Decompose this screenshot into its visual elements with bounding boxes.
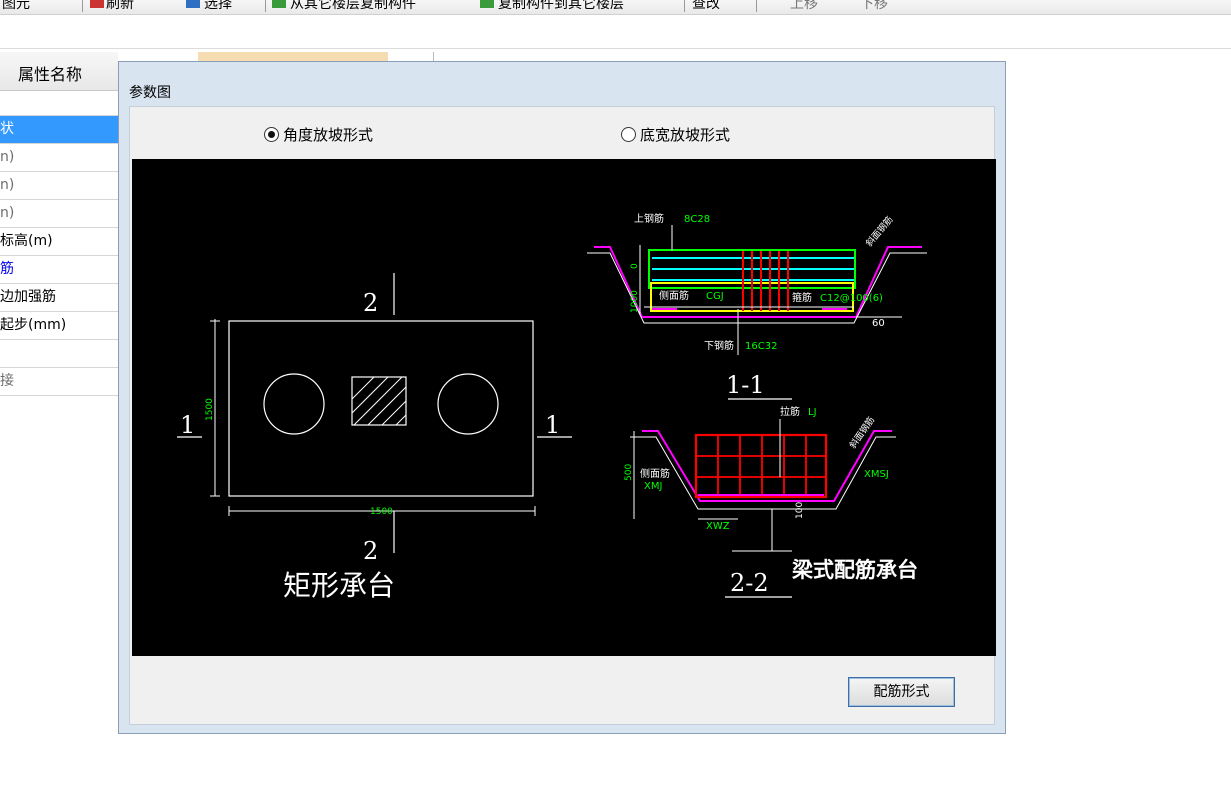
property-row[interactable]: 接 (0, 368, 118, 396)
property-header-label: 属性名称 (18, 65, 83, 84)
radio-unchecked-icon[interactable] (621, 127, 636, 142)
refresh-icon[interactable] (90, 0, 104, 8)
section-1-1: 1000 0 上钢筋 8C28 侧面筋 CGJ 箍筋 C12@100(6) 下钢… (587, 212, 927, 400)
xmsj-label: XMSJ (864, 469, 889, 480)
dialog-title: 参数图 (129, 85, 171, 101)
side-bar-label: 侧面筋 (659, 289, 689, 302)
plan-title: 矩形承台 (283, 569, 395, 602)
slope-rebar-label: 斜面钢筋 (863, 214, 895, 249)
section-mark-1-left: 1 (180, 411, 195, 439)
slope-type-options: 角度放坡形式 底宽放坡形式 (130, 107, 994, 159)
stirrup-spec: C12@100(6) (820, 293, 883, 304)
property-row[interactable]: n) (0, 200, 118, 228)
property-row[interactable]: 筋 (0, 256, 118, 284)
property-panel: 属性名称 状 n) n) n) 标高(m) 筋 边加强筋 起步(mm) 接 (0, 52, 118, 404)
plan-view: 2 2 1 1 1500 1500 矩形承台 (177, 273, 572, 602)
parameter-diagram-canvas: 2 2 1 1 1500 1500 矩形承台 1000 0 上钢筋 8C28 侧… (132, 159, 996, 656)
property-row[interactable] (0, 90, 118, 116)
toolbar-move-up[interactable]: 上移 (790, 0, 818, 13)
tie-spec: LJ (808, 407, 817, 418)
xmj-label: XMJ (644, 481, 662, 492)
radio-checked-icon[interactable] (264, 127, 279, 142)
copy-from-floor-icon[interactable] (272, 0, 286, 8)
property-row-selected[interactable]: 状 (0, 116, 118, 144)
tie-label: 拉筋 (780, 405, 800, 418)
column-hatch-box (351, 376, 407, 426)
slope-angle-label: 60 (872, 318, 885, 329)
bottom-bar-spec: 16C32 (745, 341, 777, 352)
radio-angle-slope[interactable]: 角度放坡形式 (264, 124, 373, 145)
toolbar-select[interactable]: 选择 (204, 0, 232, 13)
section-1-1-title: 1-1 (726, 371, 765, 399)
dialog-body: 角度放坡形式 底宽放坡形式 2 2 1 1 1500 1500 矩形承台 100… (129, 106, 996, 725)
side-bar2-label: 侧面筋 (640, 467, 670, 480)
plan-width-dim: 1500 (370, 507, 393, 517)
toolbar-find-replace[interactable]: 查改 (692, 0, 720, 13)
radio-bottom-width-slope[interactable]: 底宽放坡形式 (621, 124, 730, 145)
side-bar-spec: CGJ (706, 291, 724, 302)
plan-height-dim: 1500 (205, 398, 215, 421)
select-icon[interactable] (186, 0, 200, 8)
pile-circle-left (263, 373, 325, 435)
toolbar-item-0[interactable]: 图元 (2, 0, 30, 13)
main-toolbar: 图元 刷新 选择 从其它楼层复制构件 复制构件到其它楼层 查改 上移 下移 (0, 0, 1231, 15)
section-1-zero-dim: 0 (630, 263, 640, 269)
copy-to-floor-icon[interactable] (480, 0, 494, 8)
section-mark-2-top: 2 (363, 289, 378, 317)
property-row[interactable]: n) (0, 144, 118, 172)
toolbar-refresh[interactable]: 刷新 (106, 0, 134, 13)
section-2-height-dim: 500 (624, 464, 634, 481)
property-row[interactable]: 起步(mm) (0, 312, 118, 340)
property-row[interactable]: 标高(m) (0, 228, 118, 256)
bottom-bar-label: 下钢筋 (704, 339, 734, 352)
pile-circle-right (437, 373, 499, 435)
section-mark-2-bottom: 2 (363, 537, 378, 565)
cap-outline (228, 320, 534, 497)
section-2-100-dim: 100 (795, 502, 805, 519)
toolbar-copy-to-floor[interactable]: 复制构件到其它楼层 (498, 0, 624, 13)
property-row[interactable] (0, 340, 118, 368)
section-2-2-title: 2-2 (730, 569, 769, 597)
radio-angle-slope-label: 角度放坡形式 (283, 126, 374, 144)
property-row[interactable]: 边加强筋 (0, 284, 118, 312)
toolbar-separator (82, 0, 83, 12)
toolbar-copy-from-floor[interactable]: 从其它楼层复制构件 (290, 0, 416, 13)
toolbar-separator (265, 0, 266, 12)
section-1-height-dim: 1000 (630, 290, 640, 313)
toolbar-move-down[interactable]: 下移 (860, 0, 888, 13)
toolbar-separator (684, 0, 685, 12)
section-2-2: 500 侧面筋 XMJ XMSJ XWZ 100 拉筋 LJ 斜面钢筋 2-2 … (624, 405, 918, 598)
property-header: 属性名称 (0, 52, 118, 91)
top-bar-spec: 8C28 (684, 214, 710, 225)
parameter-diagram-dialog: 参数图 角度放坡形式 底宽放坡形式 2 2 1 1 1500 1500 矩形承台… (118, 61, 1006, 734)
section-mark-1-right: 1 (545, 411, 560, 439)
reinforcement-form-button[interactable]: 配筋形式 (848, 677, 955, 707)
property-row[interactable]: n) (0, 172, 118, 200)
secondary-strip (0, 15, 1231, 49)
stirrup-label: 箍筋 (792, 291, 812, 304)
toolbar-separator (756, 0, 757, 12)
top-bar-label: 上钢筋 (634, 212, 664, 225)
section-title: 梁式配筋承台 (791, 558, 918, 582)
xwz-label: XWZ (706, 521, 730, 532)
radio-bottom-width-slope-label: 底宽放坡形式 (640, 126, 731, 144)
